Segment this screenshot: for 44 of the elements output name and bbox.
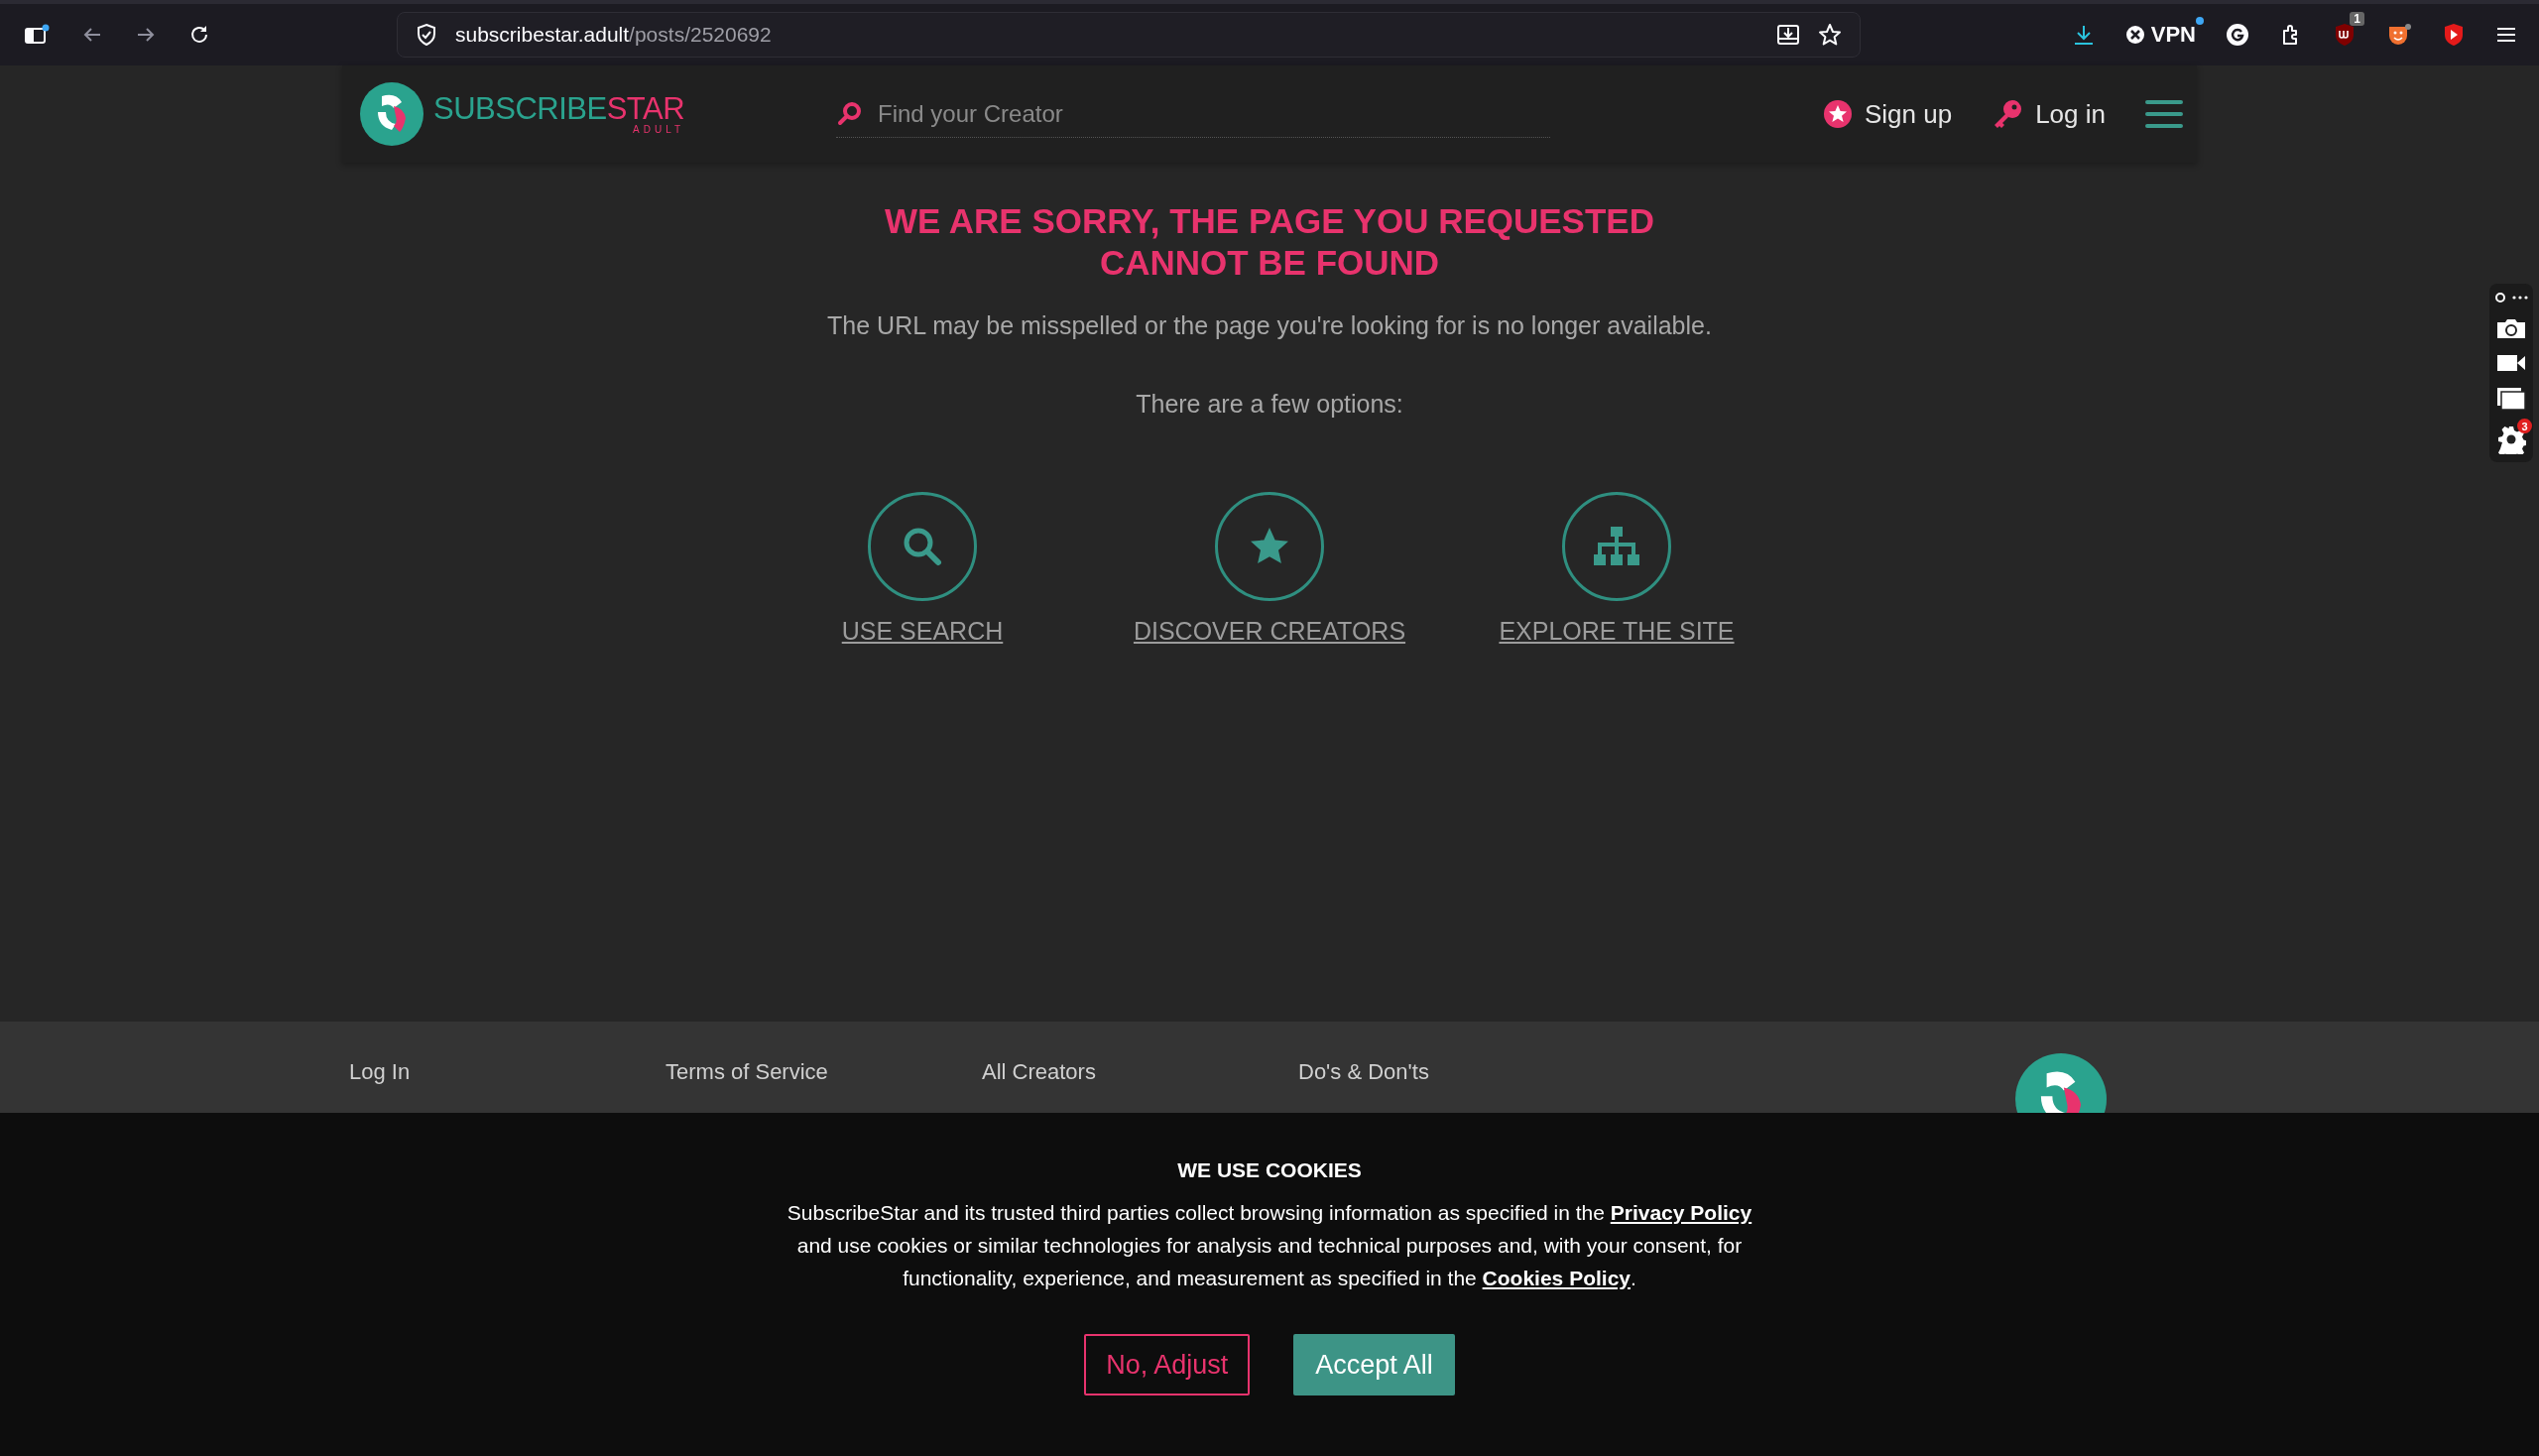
mask-icon[interactable] <box>2386 22 2412 48</box>
policy-link[interactable]: Privacy Policy <box>1610 1201 1753 1224</box>
link-icon[interactable] <box>2494 292 2528 303</box>
footer-link[interactable]: Do's & Don'ts <box>1298 1057 1615 1086</box>
adjust-button[interactable]: No, Adjust <box>1084 1334 1251 1395</box>
video-icon[interactable] <box>2496 353 2526 373</box>
log-in-link[interactable]: Log in <box>1992 98 2106 130</box>
sign-up-link[interactable]: Sign up <box>1822 98 1953 130</box>
error-message: The URL may be misspelled or the page you're looking for is no longer available. <box>827 311 1712 340</box>
reload-icon[interactable] <box>188 24 210 46</box>
search-icon[interactable] <box>868 492 977 601</box>
g-extension-icon[interactable] <box>2226 23 2249 47</box>
extension-badge: 1 <box>2350 12 2364 26</box>
cookie-title: WE USE COOKIES <box>1177 1158 1362 1182</box>
video-play-icon[interactable] <box>2442 22 2466 48</box>
sidebar-icon[interactable] <box>24 24 50 46</box>
footer-link[interactable]: Terms of Service <box>665 1057 982 1086</box>
notification-badge: 3 <box>2517 419 2532 433</box>
footer-link[interactable]: Log In <box>349 1057 665 1086</box>
site-logo[interactable]: SUBSCRIBESTAR ADULT <box>360 82 836 146</box>
accept-button[interactable]: Accept All <box>1293 1334 1455 1395</box>
menu-icon[interactable] <box>2495 25 2517 45</box>
address-bar[interactable]: subscribestar.adult/posts/2520692 <box>397 12 1861 58</box>
footer-link[interactable]: All Creators <box>982 1057 1298 1086</box>
option-link[interactable]: USE SEARCH <box>841 617 1004 646</box>
windows-icon[interactable] <box>2496 387 2526 411</box>
close-icon[interactable] <box>2124 25 2145 45</box>
vpn-button[interactable]: VPN <box>2150 21 2196 49</box>
search-field[interactable]: Find your Creator <box>876 98 1550 129</box>
cookie-text: SubscribeStar and its trusted third parties collect browsing information as specified in the Privacy Policy and use cookies or similar technologies for analysis and technical purposes and, with your consent, for functionality, experience, and measurement as specified in the Cookies Policy. <box>786 1200 1753 1291</box>
save-page-icon[interactable] <box>1776 24 1800 46</box>
shield-icon[interactable] <box>416 23 437 47</box>
options-intro: There are a few options: <box>1136 390 1403 419</box>
option-link[interactable]: EXPLORE THE SITE <box>1499 617 1735 646</box>
policy-link[interactable]: Cookies Policy <box>1482 1267 1631 1289</box>
status-dot <box>2196 17 2204 25</box>
settings-icon[interactable] <box>2496 425 2526 454</box>
url-text: subscribestar.adult/posts/2520692 <box>455 23 772 47</box>
shield-extension-icon[interactable] <box>2333 22 2357 48</box>
sitemap-icon[interactable] <box>1562 492 1671 601</box>
option-link[interactable]: DISCOVER CREATORS <box>1133 617 1406 646</box>
camera-icon[interactable] <box>2496 317 2526 339</box>
search-icon <box>836 99 864 128</box>
error-title: WE ARE SORRY, THE PAGE YOU REQUESTED CANNOT BE FOUND <box>885 200 1654 284</box>
